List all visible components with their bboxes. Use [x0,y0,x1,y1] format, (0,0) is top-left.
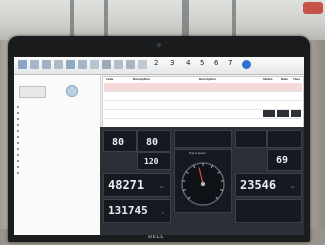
monitor-icon[interactable] [126,60,135,69]
column-header[interactable]: Code [106,78,113,81]
toolbar-number-4[interactable]: 4 [186,59,190,68]
help-icon[interactable] [242,60,251,69]
toolbar-number-5[interactable]: 5 [200,59,204,68]
file-icon[interactable] [18,60,27,69]
odometer-value: 48271 [108,178,145,192]
gauge-tile: 80 [137,130,171,152]
workshop-ceiling [0,0,325,40]
open-icon[interactable] [30,60,39,69]
red-machine-part [303,2,323,14]
status-swatch [277,110,289,117]
column-header[interactable]: Status [263,78,273,81]
column-header[interactable]: Description [133,78,150,81]
gauge-tile: 69 [267,149,302,171]
column-header[interactable]: Description [199,78,216,81]
column-header[interactable]: Time [293,78,300,81]
toolbar-number-3[interactable]: 3 [170,59,174,68]
status-swatch [291,110,301,117]
gauge-dashboard: 80 80 120 69 48271 km 131745 h Engine Sp… [100,127,304,235]
trip-value: 23546 [240,178,277,192]
steel-beam [232,0,236,40]
main-toolbar: 2 3 4 5 6 7 [14,57,304,75]
toolbar-number-6[interactable]: 6 [214,59,218,68]
clear-icon[interactable] [78,60,87,69]
report-icon[interactable] [90,60,99,69]
gauge-tile: 120 [137,152,171,170]
tile-value: 120 [144,157,159,166]
toolbar-number-7[interactable]: 7 [228,59,232,68]
fault-code-table: Code Description Description Status Date… [102,76,304,128]
machine-thumbnail [19,86,46,98]
engine-hours-unit: h [162,212,164,215]
globe-icon[interactable] [66,85,78,97]
table-row[interactable] [104,83,302,92]
odometer-panel: 48271 km [103,173,171,197]
gauge-tile [267,130,302,148]
gauge-tile [174,130,232,148]
odometer-unit: km [160,186,164,189]
print-icon[interactable] [54,60,63,69]
tools-icon[interactable] [102,60,111,69]
column-header[interactable]: Date [281,78,288,81]
table-row[interactable] [104,101,302,110]
tile-value: 80 [146,137,159,148]
tile-value: 69 [276,155,289,166]
read-icon[interactable] [66,60,75,69]
sensor-icon[interactable] [114,60,123,69]
webcam [157,43,161,47]
table-row[interactable] [104,92,302,101]
engine-hours-panel: 131745 h [103,199,171,223]
gauge-tile: 80 [103,130,137,152]
steel-beam [104,0,108,40]
toolbar-number-2[interactable]: 2 [154,59,158,68]
steel-beam [70,0,74,40]
laptop-screen: 2 3 4 5 6 7 Code Description Description… [14,57,304,235]
engine-speed-gauge [181,162,225,206]
trip-panel: 23546 km [235,173,302,197]
steel-beam [182,0,189,40]
save-icon[interactable] [42,60,51,69]
chart-icon[interactable] [138,60,147,69]
engine-hours-value: 131745 [108,204,148,217]
gauge-tile [235,130,267,148]
component-tree [14,75,101,235]
tile-value: 80 [112,137,125,148]
gauge-title: Engine Speed [189,152,206,155]
engine-speed-panel: Engine Speed [174,149,232,213]
status-panel [235,199,302,223]
trip-unit: km [291,186,295,189]
laptop-lid: DELL 2 3 4 5 6 7 Code Description Descri… [8,36,310,242]
status-swatch [263,110,275,117]
